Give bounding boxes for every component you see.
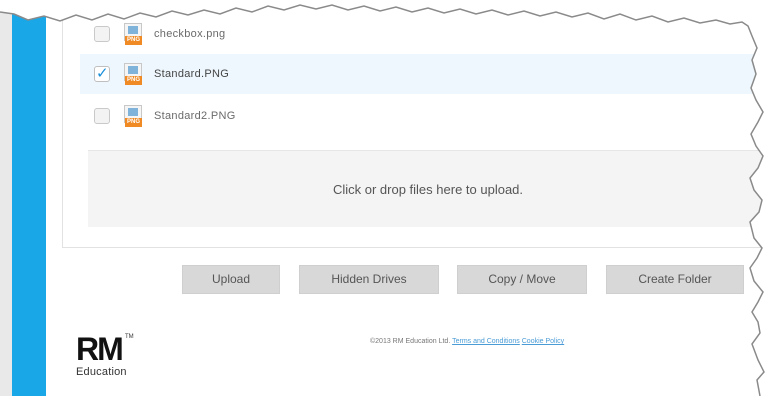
torn-paper-edge	[0, 0, 768, 396]
